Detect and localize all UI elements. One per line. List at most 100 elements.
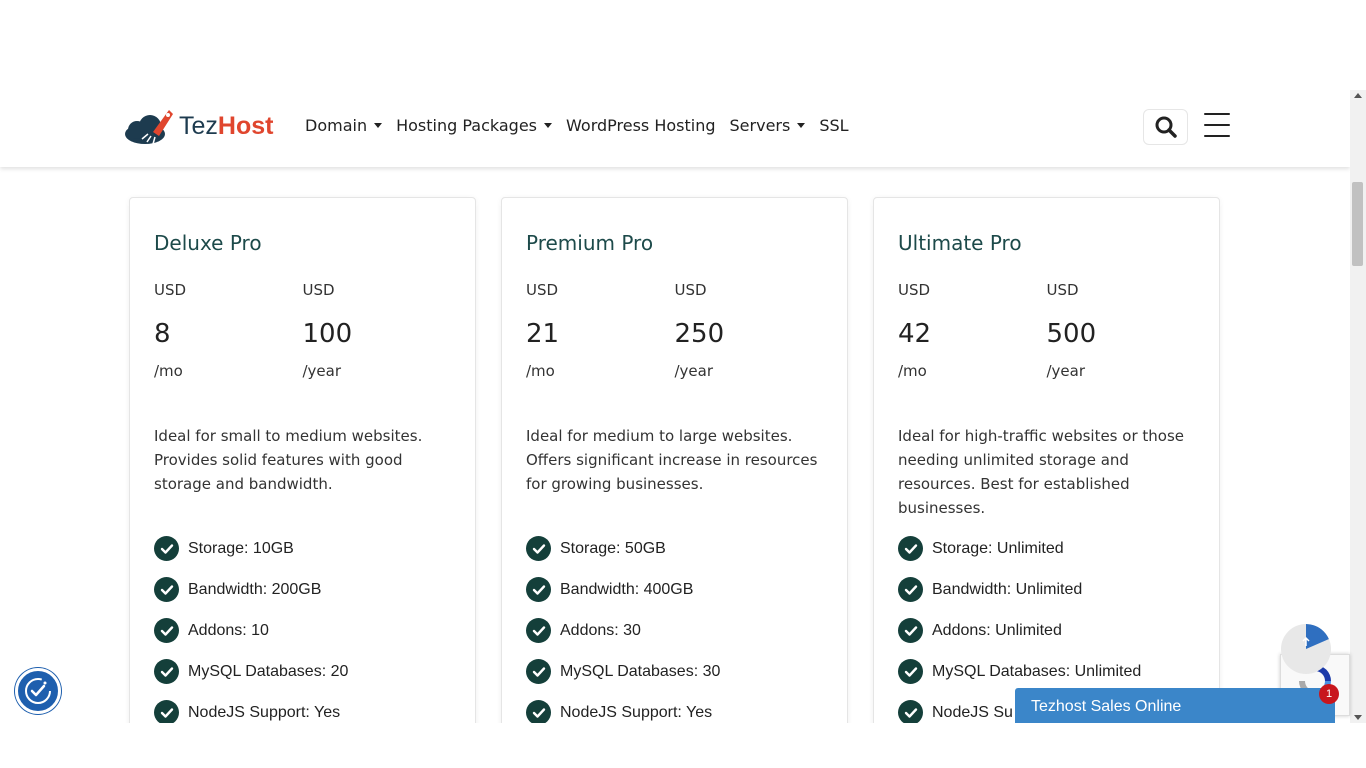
plan-prices: USD 8 /mo USD 100 /year	[154, 281, 451, 380]
feature-item: NodeJS Support: Yes	[526, 692, 823, 723]
feature-label: Bandwidth: 400GB	[560, 580, 694, 598]
menu-item-domain[interactable]: Domain	[305, 116, 383, 135]
scroll-down-arrow-icon[interactable]	[1354, 715, 1362, 720]
price-period: /year	[1046, 362, 1086, 380]
scroll-progress-icon	[1302, 624, 1329, 649]
menu-item-hosting-packages[interactable]: Hosting Packages	[396, 116, 553, 135]
feature-item: Addons: Unlimited	[898, 610, 1195, 651]
feature-label: MySQL Databases: 30	[560, 662, 721, 680]
price-period: /mo	[526, 362, 555, 380]
feature-label: Addons: 10	[188, 621, 269, 639]
hamburger-line	[1204, 135, 1230, 137]
feature-item: MySQL Databases: Unlimited	[898, 651, 1195, 692]
price-period: /year	[674, 362, 714, 380]
hamburger-icon[interactable]	[1204, 113, 1230, 137]
caret-down-icon	[374, 123, 383, 128]
feature-item: Addons: 30	[526, 610, 823, 651]
feature-item: MySQL Databases: 30	[526, 651, 823, 692]
plan-prices: USD 21 /mo USD 250 /year	[526, 281, 823, 380]
feature-item: NodeJS Support: Yes	[154, 692, 451, 723]
menu-item-label: Domain	[305, 116, 368, 135]
plan-title: Ultimate Pro	[898, 231, 1022, 255]
check-circle-icon	[526, 536, 551, 561]
feature-item: Storage: Unlimited	[898, 528, 1195, 569]
feature-item: Addons: 10	[154, 610, 451, 651]
hamburger-line	[1204, 124, 1230, 126]
plan-card-premium-pro: Premium Pro USD 21 /mo USD 250 /year Ide…	[501, 197, 848, 723]
menu-item-servers[interactable]: Servers	[730, 116, 806, 135]
plan-description: Ideal for medium to large websites. Offe…	[526, 427, 818, 493]
currency-label: USD	[674, 281, 707, 299]
feature-label: Storage: 10GB	[188, 539, 294, 557]
main-menu: Domain Hosting Packages WordPress Hostin…	[305, 116, 863, 135]
feature-item: Bandwidth: 200GB	[154, 569, 451, 610]
check-circle-icon	[526, 618, 551, 643]
accessibility-button[interactable]	[15, 668, 61, 714]
price-amount: 500	[1046, 319, 1097, 349]
hamburger-line	[1204, 113, 1230, 115]
check-circle-icon	[898, 700, 923, 723]
check-circle-icon	[898, 577, 923, 602]
feature-label: NodeJS Support: Yes	[188, 703, 341, 721]
plan-card-ultimate-pro: Ultimate Pro USD 42 /mo USD 500 /year Id…	[873, 197, 1220, 723]
caret-down-icon	[544, 123, 553, 128]
page-viewport: TezHost Domain Hosting Packages WordPres…	[0, 90, 1350, 723]
check-circle-icon	[898, 659, 923, 684]
scroll-progress-widget[interactable]	[1281, 624, 1331, 674]
price-period: /mo	[898, 362, 927, 380]
search-icon	[1155, 116, 1177, 138]
plan-description: Ideal for high-traffic websites or those…	[898, 427, 1184, 517]
sales-chat-bar[interactable]: Tezhost Sales Online	[1015, 688, 1335, 723]
price-amount: 8	[154, 319, 171, 349]
plan-title: Deluxe Pro	[154, 231, 262, 255]
plan-prices: USD 42 /mo USD 500 /year	[898, 281, 1195, 380]
plan-card-deluxe-pro: Deluxe Pro USD 8 /mo USD 100 /year Ideal…	[129, 197, 476, 723]
feature-label: MySQL Databases: Unlimited	[932, 662, 1142, 680]
feature-list: Storage: 10GB Bandwidth: 200GB Addons: 1…	[154, 528, 451, 723]
menu-item-label: Servers	[729, 116, 791, 135]
currency-label: USD	[302, 281, 335, 299]
price-period: /year	[302, 362, 342, 380]
pricing-cards: Deluxe Pro USD 8 /mo USD 100 /year Ideal…	[129, 197, 1220, 723]
tezhost-logo[interactable]: TezHost	[123, 104, 273, 148]
check-circle-icon	[526, 700, 551, 723]
feature-label: Storage: 50GB	[560, 539, 666, 557]
currency-label: USD	[526, 281, 559, 299]
price-period: /mo	[154, 362, 183, 380]
feature-label: Bandwidth: 200GB	[188, 580, 322, 598]
rocket-cloud-logo-icon	[125, 110, 173, 145]
feature-item: MySQL Databases: 20	[154, 651, 451, 692]
check-circle-icon	[154, 536, 179, 561]
check-circle-icon	[154, 700, 179, 723]
menu-item-label: Hosting Packages	[396, 116, 538, 135]
menu-item-ssl[interactable]: SSL	[819, 116, 848, 135]
feature-label: Storage: Unlimited	[932, 539, 1064, 557]
yearly-price: USD 250 /year	[675, 281, 824, 380]
scroll-up-arrow-icon[interactable]	[1354, 93, 1362, 98]
monthly-price: USD 42 /mo	[898, 281, 1047, 380]
vertical-scrollbar[interactable]	[1350, 90, 1366, 723]
search-button[interactable]	[1143, 109, 1188, 145]
plan-description: Ideal for small to medium websites. Prov…	[154, 427, 423, 493]
logo-text-tez: Tez	[179, 111, 218, 140]
menu-item-label: WordPress Hosting	[566, 116, 716, 135]
price-amount: 21	[526, 319, 560, 349]
menu-item-wordpress-hosting[interactable]: WordPress Hosting	[566, 116, 716, 135]
check-circle-icon	[154, 618, 179, 643]
price-amount: 250	[674, 319, 725, 349]
monthly-price: USD 21 /mo	[526, 281, 675, 380]
feature-label: NodeJS Support: Yes	[560, 703, 713, 721]
feature-item: Bandwidth: Unlimited	[898, 569, 1195, 610]
yearly-price: USD 500 /year	[1047, 281, 1196, 380]
feature-label: NodeJS Su	[932, 703, 1013, 721]
feature-label: Addons: 30	[560, 621, 641, 639]
feature-label: Bandwidth: Unlimited	[932, 580, 1083, 598]
currency-label: USD	[154, 281, 187, 299]
scrollbar-thumb[interactable]	[1352, 182, 1363, 266]
check-circle-icon	[898, 536, 923, 561]
currency-label: USD	[898, 281, 931, 299]
check-circle-icon	[898, 618, 923, 643]
price-amount: 100	[302, 319, 353, 349]
check-circle-icon	[154, 577, 179, 602]
chat-notification-badge: 1	[1319, 684, 1339, 704]
